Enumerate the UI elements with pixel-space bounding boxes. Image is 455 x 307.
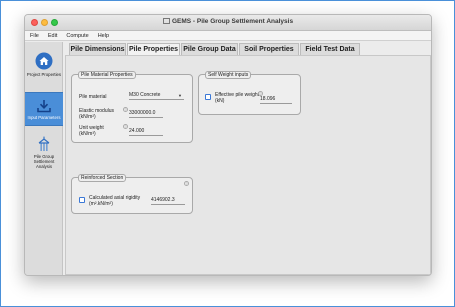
elastic-modulus-unit: (kN/m²) [79, 114, 96, 120]
sidebar: Project Properties Input Parameters Pile… [25, 42, 63, 275]
sidebar-item-project-properties[interactable]: Project Properties [25, 52, 63, 77]
pile-icon [38, 136, 50, 151]
tab-pile-group-data[interactable]: Pile Group Data [181, 43, 238, 55]
tab-field-test-data[interactable]: Field Test Data [300, 43, 360, 55]
group-title: Reinforced Section [78, 174, 127, 182]
info-icon[interactable]: ? [123, 107, 128, 112]
pile-material-select[interactable]: M30 Concrete [129, 92, 184, 100]
unit-weight-unit: (kN/m³) [79, 131, 96, 137]
sidebar-item-input-parameters[interactable]: Input Parameters [25, 92, 63, 126]
window-title-text: GEMS - Pile Group Settlement Analysis [171, 18, 294, 25]
info-icon[interactable]: ? [184, 181, 189, 186]
axial-rigidity-unit: (m².kN/m²) [89, 201, 113, 207]
effective-pile-weight-checkbox[interactable] [205, 94, 211, 100]
menu-help[interactable]: Help [93, 31, 113, 39]
sidebar-item-label: Project Properties [26, 72, 62, 77]
self-weight-inputs-group: Self Weight inputs Effective pile weight… [198, 71, 301, 115]
app-icon [162, 18, 170, 24]
title-bar: GEMS - Pile Group Settlement Analysis [25, 15, 431, 31]
sidebar-item-label: Input Parameters [27, 115, 61, 120]
tab-soil-properties[interactable]: Soil Properties [239, 43, 299, 55]
effective-pile-weight-unit: (kN) [215, 98, 225, 104]
info-icon[interactable]: ? [123, 124, 128, 129]
axial-rigidity-field[interactable]: 4146902.3 [151, 197, 185, 205]
reinforced-section-group: Reinforced Section ? Calculated axial ri… [71, 174, 193, 214]
tab-bar: Pile Dimensions Pile Properties Pile Gro… [65, 43, 431, 56]
pile-material-value: M30 Concrete [129, 92, 161, 98]
menu-edit[interactable]: Edit [43, 31, 61, 39]
house-icon [35, 52, 53, 70]
menu-bar: File Edit Compute Help [25, 31, 431, 41]
effective-pile-weight-field[interactable]: 18.096 [260, 96, 292, 104]
unit-weight-field[interactable]: 24.000 [129, 128, 163, 136]
menu-file[interactable]: File [25, 31, 43, 39]
menu-compute[interactable]: Compute [61, 31, 92, 39]
tab-pile-dimensions[interactable]: Pile Dimensions [69, 43, 126, 55]
group-title: Pile Material Properties [78, 71, 136, 79]
pile-material-label: Pile material [79, 94, 107, 100]
window-title: GEMS - Pile Group Settlement Analysis [25, 18, 431, 25]
group-title: Self Weight inputs [205, 71, 252, 79]
pile-material-properties-group: Pile Material Properties Pile material M… [71, 71, 193, 143]
sidebar-item-label: Pile Group Settlement Analysis [33, 154, 55, 169]
download-icon [37, 100, 51, 113]
chevron-down-icon: ▼ [178, 93, 182, 98]
tab-content: Pile Material Properties Pile material M… [65, 55, 431, 275]
sidebar-item-pile-group-settlement-analysis[interactable]: Pile Group Settlement Analysis [25, 136, 63, 169]
elastic-modulus-field[interactable]: 33000000.0 [129, 110, 163, 118]
axial-rigidity-checkbox[interactable] [79, 197, 85, 203]
app-window: GEMS - Pile Group Settlement Analysis Fi… [24, 14, 432, 276]
